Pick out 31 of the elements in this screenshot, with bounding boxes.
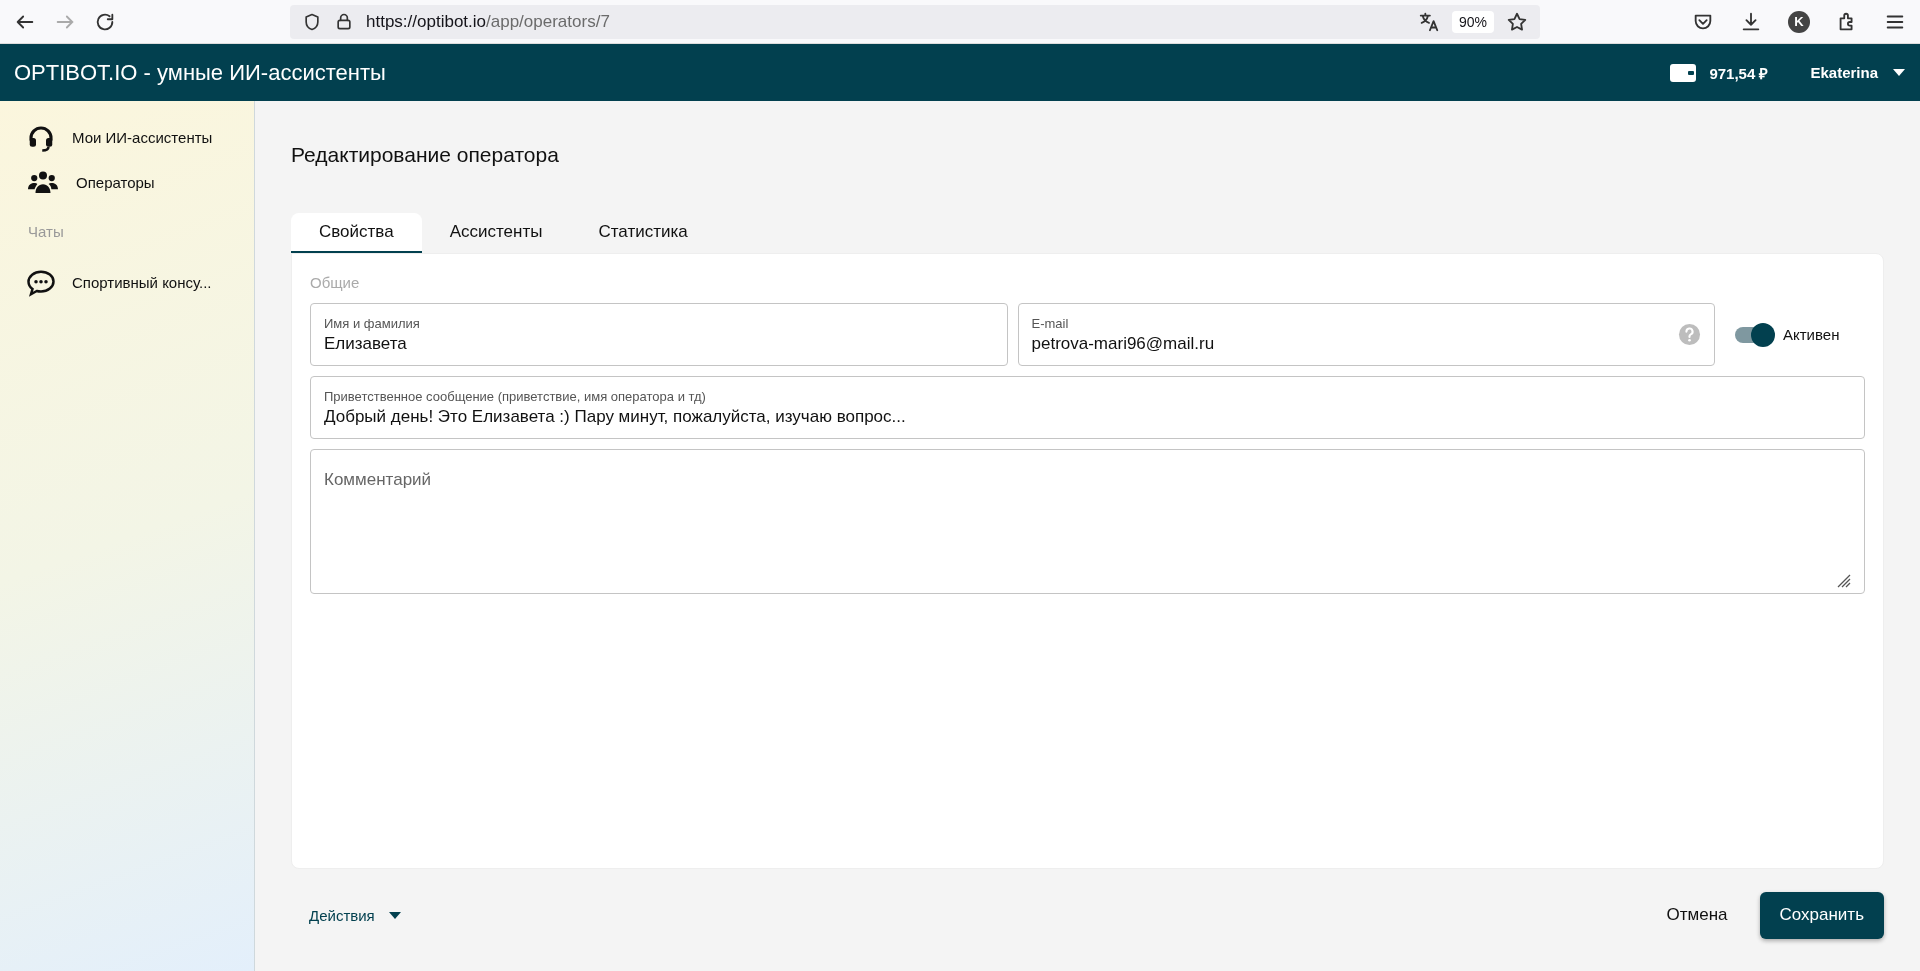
profile-avatar[interactable]: K: [1788, 10, 1810, 33]
cancel-button[interactable]: Отмена: [1660, 899, 1734, 931]
save-button[interactable]: Сохранить: [1759, 891, 1884, 939]
resize-grip-icon: [1836, 573, 1852, 589]
name-field[interactable]: Имя и фамилия Елизавета: [310, 303, 1008, 366]
greeting-field[interactable]: Приветственное сообщение (приветствие, имя оператора и тд) Добрый день! Это Елизавета :) Пару минут, пожалуйста, изучаю вопрос...: [310, 376, 1865, 439]
caret-icon[interactable]: [1892, 68, 1906, 77]
toggle-label: Активен: [1783, 326, 1840, 343]
chat-item[interactable]: Спортивный консу...: [72, 274, 212, 291]
lock-icon: [334, 12, 354, 32]
tab[interactable]: Ассистенты: [421, 213, 571, 253]
balance-amount: 971,54 ₽: [1709, 63, 1769, 83]
actions-dropdown[interactable]: Действия: [309, 906, 401, 924]
sidebar-item[interactable]: Мои ИИ-ассистенты: [72, 129, 213, 146]
section-label: Чаты: [27, 222, 65, 242]
url-text[interactable]: https://optibot.io/app/operators/7: [366, 12, 610, 32]
user-name[interactable]: Ekaterina: [1810, 64, 1878, 81]
caret-icon: [388, 911, 401, 919]
tab[interactable]: Статистика: [570, 213, 716, 253]
zoom-level[interactable]: 90%: [1451, 11, 1494, 33]
comment-field[interactable]: Комментарий: [310, 449, 1865, 594]
page-title: Редактирование оператора: [291, 143, 560, 168]
download-icon[interactable]: [1740, 10, 1762, 33]
email-field[interactable]: E-mail petrova-mari96@mail.ru: [1017, 303, 1715, 366]
sidebar-item[interactable]: Операторы: [76, 174, 155, 191]
section-label: Общие: [310, 274, 361, 291]
app-title: OPTIBOT.IO - умные ИИ-ассистенты: [14, 59, 386, 86]
tab[interactable]: Свойства: [291, 213, 422, 253]
shield-icon: [302, 12, 322, 32]
translate-icon[interactable]: [1417, 11, 1440, 33]
bookmark-star-icon[interactable]: [1506, 11, 1528, 33]
